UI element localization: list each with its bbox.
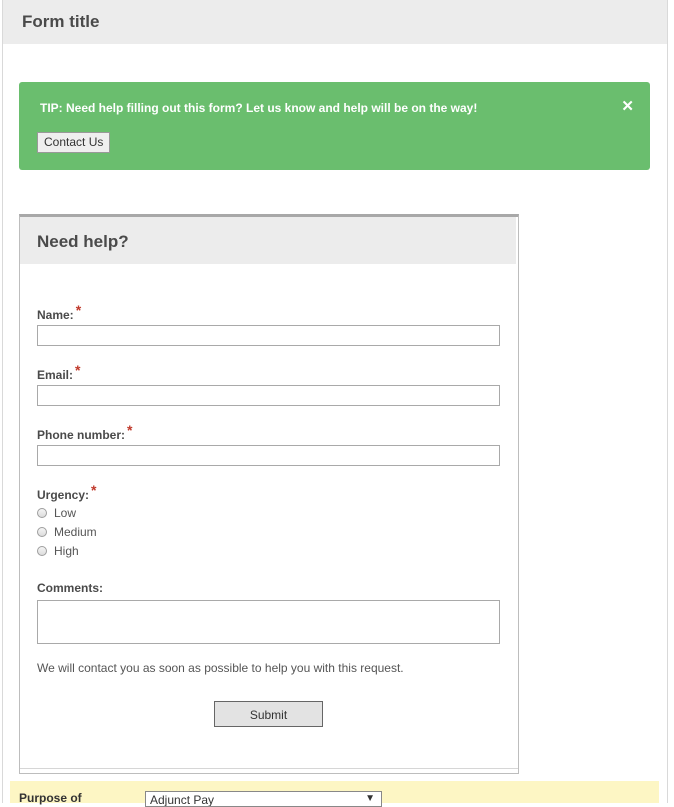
chevron-down-icon[interactable]: ▼: [365, 793, 375, 804]
email-label: Email: *: [37, 362, 80, 382]
urgency-label-text: Urgency:: [37, 488, 90, 502]
radio-button-icon[interactable]: [37, 545, 47, 556]
submit-button[interactable]: Submit: [214, 701, 323, 727]
name-label-text: Name:: [37, 308, 74, 322]
name-input[interactable]: [37, 325, 500, 346]
help-card-header: Need help?: [20, 217, 516, 264]
help-card-title: Need help?: [37, 232, 129, 251]
comments-textarea[interactable]: [37, 600, 500, 644]
radio-button-icon[interactable]: [37, 507, 47, 518]
divider: [20, 768, 518, 769]
form-header: Form title: [3, 0, 667, 44]
comments-label: Comments:: [37, 581, 104, 595]
close-icon[interactable]: ✕: [621, 99, 634, 115]
form-title: Form title: [22, 12, 100, 31]
email-input[interactable]: [37, 385, 500, 406]
contact-notice: We will contact you as soon as possible …: [37, 661, 404, 675]
phone-label: Phone number: *: [37, 422, 132, 442]
required-marker: *: [75, 362, 81, 378]
email-label-text: Email:: [37, 368, 74, 382]
required-marker: *: [75, 302, 82, 318]
help-card: Need help? Name: * Email: * Phone number: *…: [19, 214, 519, 774]
tip-banner: TIP: Need help filling out this form? Le…: [19, 82, 650, 170]
urgency-label: Urgency: *: [37, 482, 96, 502]
contact-us-button[interactable]: Contact Us: [37, 132, 111, 153]
urgency-option-label: High: [54, 544, 79, 558]
urgency-option-label: Medium: [54, 525, 97, 539]
purpose-row: Purpose of Adjunct Pay ▼: [10, 781, 659, 807]
tip-text: TIP: Need help filling out this form? Le…: [40, 101, 478, 115]
urgency-option-low[interactable]: Low: [37, 506, 76, 522]
name-label: Name: *: [37, 302, 81, 322]
urgency-option-label: Low: [54, 506, 77, 520]
phone-label-text: Phone number:: [37, 428, 126, 442]
purpose-select-value: Adjunct Pay: [150, 793, 215, 807]
required-marker: *: [127, 422, 133, 438]
urgency-option-high[interactable]: High: [37, 544, 79, 560]
urgency-option-medium[interactable]: Medium: [37, 525, 97, 541]
purpose-select[interactable]: Adjunct Pay ▼: [145, 791, 382, 807]
phone-input[interactable]: [37, 445, 500, 466]
required-marker: *: [91, 482, 97, 498]
radio-button-icon[interactable]: [37, 526, 47, 537]
